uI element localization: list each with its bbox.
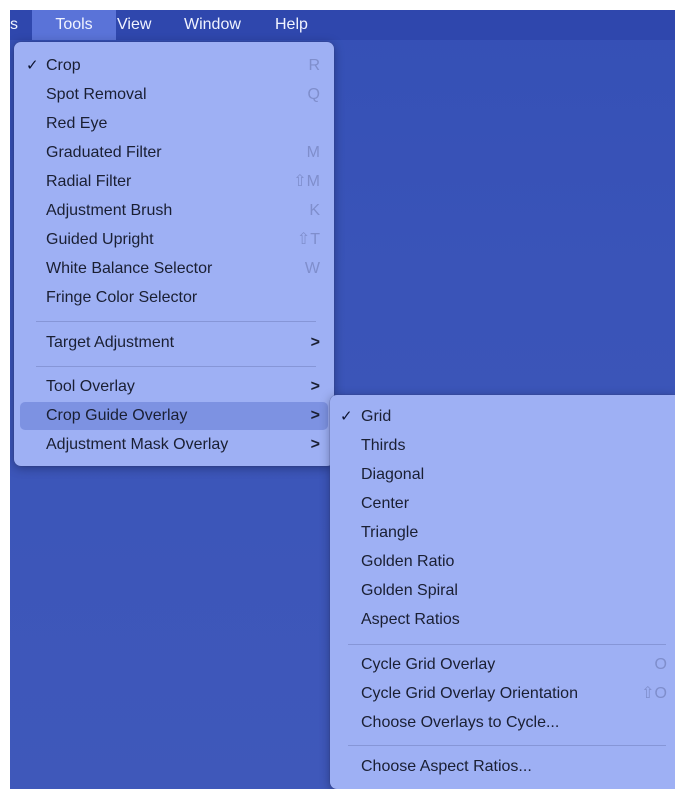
menu-bar: s Tools View Window Help xyxy=(10,10,675,40)
menu-separator xyxy=(36,366,316,367)
menu-item-label: Adjustment Mask Overlay xyxy=(46,436,229,453)
menu-item-label: Choose Aspect Ratios... xyxy=(361,758,532,775)
menubar-item-window[interactable]: Window xyxy=(184,10,241,40)
menubar-item-tools[interactable]: Tools xyxy=(32,10,116,40)
chevron-right-icon: > xyxy=(310,407,320,424)
shortcut-label: R xyxy=(308,57,320,74)
submenu-item-cycle-grid-overlay[interactable]: Cycle Grid Overlay O xyxy=(334,651,671,679)
menu-item-label: Target Adjustment xyxy=(46,334,175,351)
menu-item-label: Golden Ratio xyxy=(361,553,455,570)
menu-item-label: Guided Upright xyxy=(46,231,154,248)
checkmark-icon: ✓ xyxy=(26,57,39,74)
menu-item-label: Spot Removal xyxy=(46,86,147,103)
menu-item-white-balance-selector[interactable]: White Balance Selector W xyxy=(20,255,328,283)
shortcut-label: O xyxy=(654,656,667,673)
crop-guide-overlay-submenu: ✓ Grid Thirds Diagonal Center Triangle G… xyxy=(330,395,675,789)
shortcut-label: M xyxy=(306,144,320,161)
submenu-item-choose-overlays-to-cycle[interactable]: Choose Overlays to Cycle... xyxy=(334,709,671,737)
menu-item-adjustment-mask-overlay[interactable]: Adjustment Mask Overlay > xyxy=(20,431,328,459)
submenu-item-grid[interactable]: ✓ Grid xyxy=(334,403,671,431)
menu-item-label: Aspect Ratios xyxy=(361,611,460,628)
menu-item-crop-guide-overlay[interactable]: Crop Guide Overlay > xyxy=(20,402,328,430)
menu-item-radial-filter[interactable]: Radial Filter ⇧M xyxy=(20,168,328,196)
menu-item-red-eye[interactable]: Red Eye xyxy=(20,110,328,138)
menubar-item-help[interactable]: Help xyxy=(275,10,308,40)
shortcut-label: W xyxy=(304,260,320,277)
chevron-right-icon: > xyxy=(310,378,320,395)
menu-separator xyxy=(36,321,316,322)
menu-item-label: Tool Overlay xyxy=(46,378,135,395)
menu-item-label: Thirds xyxy=(361,437,406,454)
menu-item-label: Cycle Grid Overlay Orientation xyxy=(361,685,578,702)
shortcut-label: Q xyxy=(307,86,320,103)
submenu-item-choose-aspect-ratios[interactable]: Choose Aspect Ratios... xyxy=(334,753,671,781)
menu-item-label: Graduated Filter xyxy=(46,144,162,161)
menubar-item-prev[interactable]: s xyxy=(10,10,18,40)
menu-item-label: Diagonal xyxy=(361,466,425,483)
menu-item-label: Red Eye xyxy=(46,115,108,132)
submenu-item-triangle[interactable]: Triangle xyxy=(334,519,671,547)
checkmark-icon: ✓ xyxy=(340,408,353,425)
menu-item-fringe-color-selector[interactable]: Fringe Color Selector xyxy=(20,284,328,312)
menubar-item-view[interactable]: View xyxy=(117,10,151,40)
menu-item-label: Grid xyxy=(361,408,392,425)
submenu-item-golden-ratio[interactable]: Golden Ratio xyxy=(334,548,671,576)
menu-item-label: White Balance Selector xyxy=(46,260,213,277)
menu-item-crop[interactable]: ✓ Crop R xyxy=(20,52,328,80)
menu-item-tool-overlay[interactable]: Tool Overlay > xyxy=(20,373,328,401)
submenu-item-aspect-ratios[interactable]: Aspect Ratios xyxy=(334,606,671,634)
menu-item-label: Adjustment Brush xyxy=(46,202,173,219)
menu-item-graduated-filter[interactable]: Graduated Filter M xyxy=(20,139,328,167)
menu-item-spot-removal[interactable]: Spot Removal Q xyxy=(20,81,328,109)
menu-item-guided-upright[interactable]: Guided Upright ⇧T xyxy=(20,226,328,254)
submenu-item-center[interactable]: Center xyxy=(334,490,671,518)
menu-item-label: Golden Spiral xyxy=(361,582,458,599)
menu-item-label: Fringe Color Selector xyxy=(46,289,198,306)
menu-item-label: Crop xyxy=(46,57,81,74)
shortcut-label: K xyxy=(309,202,320,219)
menu-item-label: Cycle Grid Overlay xyxy=(361,656,496,673)
submenu-item-golden-spiral[interactable]: Golden Spiral xyxy=(334,577,671,605)
menu-item-label: Crop Guide Overlay xyxy=(46,407,188,424)
submenu-item-diagonal[interactable]: Diagonal xyxy=(334,461,671,489)
menu-separator xyxy=(348,745,666,746)
menu-item-target-adjustment[interactable]: Target Adjustment > xyxy=(20,329,328,357)
shortcut-label: ⇧O xyxy=(641,685,667,702)
menu-item-label: Choose Overlays to Cycle... xyxy=(361,714,560,731)
shortcut-label: ⇧M xyxy=(293,173,320,190)
shortcut-label: ⇧T xyxy=(296,231,320,248)
submenu-item-cycle-grid-overlay-orientation[interactable]: Cycle Grid Overlay Orientation ⇧O xyxy=(334,680,671,708)
menu-separator xyxy=(348,644,666,645)
menu-item-label: Radial Filter xyxy=(46,173,132,190)
desktop-background: s Tools View Window Help ✓ Crop R Spot R… xyxy=(10,10,675,789)
tools-menu: ✓ Crop R Spot Removal Q Red Eye Graduate… xyxy=(14,42,334,466)
submenu-item-thirds[interactable]: Thirds xyxy=(334,432,671,460)
chevron-right-icon: > xyxy=(310,334,320,351)
chevron-right-icon: > xyxy=(310,436,320,453)
menu-item-label: Center xyxy=(361,495,410,512)
menu-item-label: Triangle xyxy=(361,524,419,541)
menu-item-adjustment-brush[interactable]: Adjustment Brush K xyxy=(20,197,328,225)
